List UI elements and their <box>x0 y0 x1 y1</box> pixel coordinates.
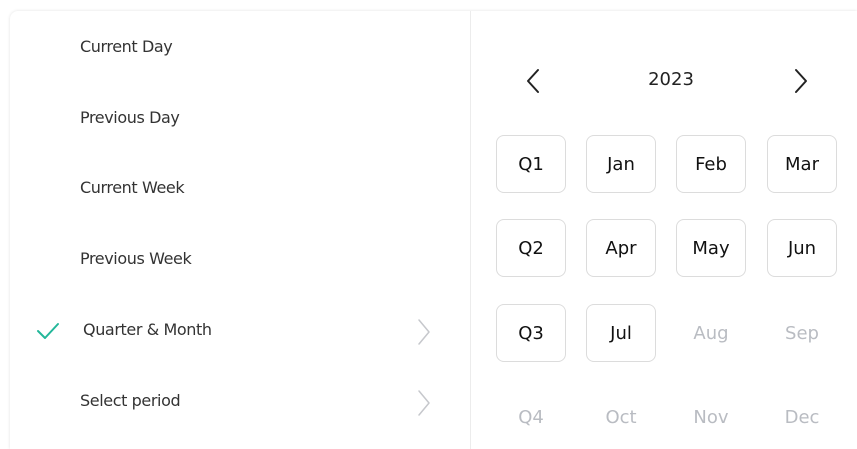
month-feb-button[interactable]: Feb <box>676 135 746 193</box>
quarter-q4-button: Q4 <box>496 388 566 446</box>
month-apr-button[interactable]: Apr <box>586 219 656 277</box>
month-nov-button: Nov <box>676 388 746 446</box>
menu-item-select-period[interactable]: Select period <box>10 377 470 427</box>
menu-item-label: Select period <box>80 391 181 410</box>
quarter-q1-button[interactable]: Q1 <box>496 135 566 193</box>
month-jul-button[interactable]: Jul <box>586 304 656 362</box>
menu-item-current-week[interactable]: Current Week <box>10 164 470 214</box>
month-oct-button: Oct <box>586 388 656 446</box>
menu-item-quarter-month[interactable]: Quarter & Month <box>10 306 470 356</box>
quarter-q2-button[interactable]: Q2 <box>496 219 566 277</box>
menu-item-label: Current Week <box>80 178 185 197</box>
check-icon <box>37 323 59 339</box>
menu-item-label: Current Day <box>80 37 173 56</box>
menu-item-current-day[interactable]: Current Day <box>10 23 470 73</box>
month-sep-button: Sep <box>767 304 837 362</box>
month-dec-button: Dec <box>767 388 837 446</box>
chevron-left-icon[interactable] <box>523 67 543 95</box>
month-jan-button[interactable]: Jan <box>586 135 656 193</box>
menu-item-previous-week[interactable]: Previous Week <box>10 235 470 285</box>
month-jun-button[interactable]: Jun <box>767 219 837 277</box>
month-may-button[interactable]: May <box>676 219 746 277</box>
period-picker-popup: Current Day Previous Day Current Week Pr… <box>10 11 857 449</box>
chevron-right-icon[interactable] <box>791 67 811 95</box>
screen: Current Day Previous Day Current Week Pr… <box>0 0 857 449</box>
chevron-right-icon <box>418 390 430 416</box>
menu-item-previous-day[interactable]: Previous Day <box>10 94 470 144</box>
menu-item-label: Previous Day <box>80 108 180 127</box>
menu-item-label: Quarter & Month <box>83 320 212 339</box>
year-label: 2023 <box>648 69 694 90</box>
month-aug-button: Aug <box>676 304 746 362</box>
background-link-text <box>10 0 15 7</box>
month-mar-button[interactable]: Mar <box>767 135 837 193</box>
quarter-q3-button[interactable]: Q3 <box>496 304 566 362</box>
period-menu: Current Day Previous Day Current Week Pr… <box>10 11 470 449</box>
chevron-right-icon <box>418 319 430 345</box>
quarter-month-calendar: 2023 Q1 Jan Feb Mar Q2 Apr May Jun Q3 Ju… <box>471 11 857 449</box>
year-navigation: 2023 <box>471 61 857 101</box>
menu-item-label: Previous Week <box>80 249 192 268</box>
